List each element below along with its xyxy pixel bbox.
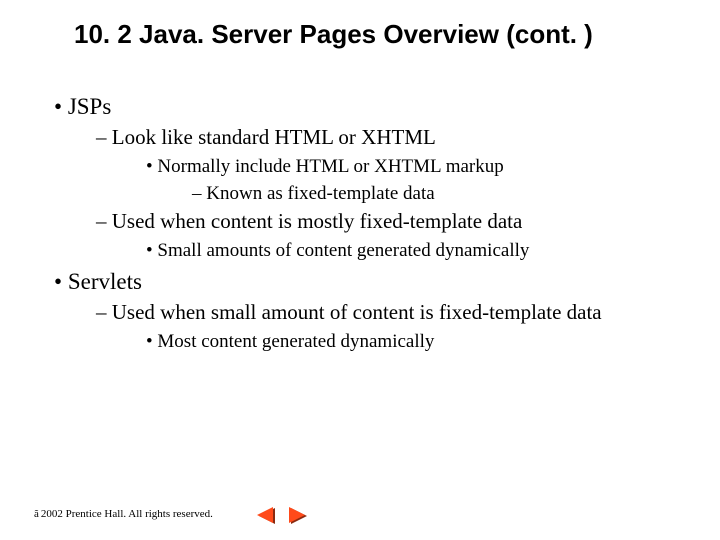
triangle-left-icon [255, 506, 277, 526]
bullet-normally-include: Normally include HTML or XHTML markup [34, 154, 700, 179]
footer: ã 2002 Prentice Hall. All rights reserve… [34, 508, 213, 520]
bullet-servlets: Servlets [34, 267, 700, 297]
bullet-fixed-template: Known as fixed-template data [34, 181, 700, 206]
triangle-right-icon [287, 506, 309, 526]
copyright-symbol: ã [34, 508, 39, 520]
bullet-used-when-mostly: Used when content is mostly fixed-templa… [34, 208, 700, 236]
bullet-most-content: Most content generated dynamically [34, 329, 700, 354]
prev-button[interactable] [255, 506, 277, 526]
bullet-jsps: JSPs [34, 92, 700, 122]
copyright-text: 2002 Prentice Hall. All rights reserved. [41, 508, 213, 520]
bullet-servlets-used-when: Used when small amount of content is fix… [34, 299, 700, 327]
slide: 10. 2 Java. Server Pages Overview (cont.… [0, 0, 720, 540]
slide-body: JSPs Look like standard HTML or XHTML No… [34, 88, 700, 356]
bullet-small-amounts: Small amounts of content generated dynam… [34, 238, 700, 263]
bullet-jsps-look-like: Look like standard HTML or XHTML [34, 124, 700, 152]
slide-title: 10. 2 Java. Server Pages Overview (cont.… [74, 20, 690, 50]
next-button[interactable] [287, 506, 309, 526]
nav-controls [255, 506, 309, 526]
